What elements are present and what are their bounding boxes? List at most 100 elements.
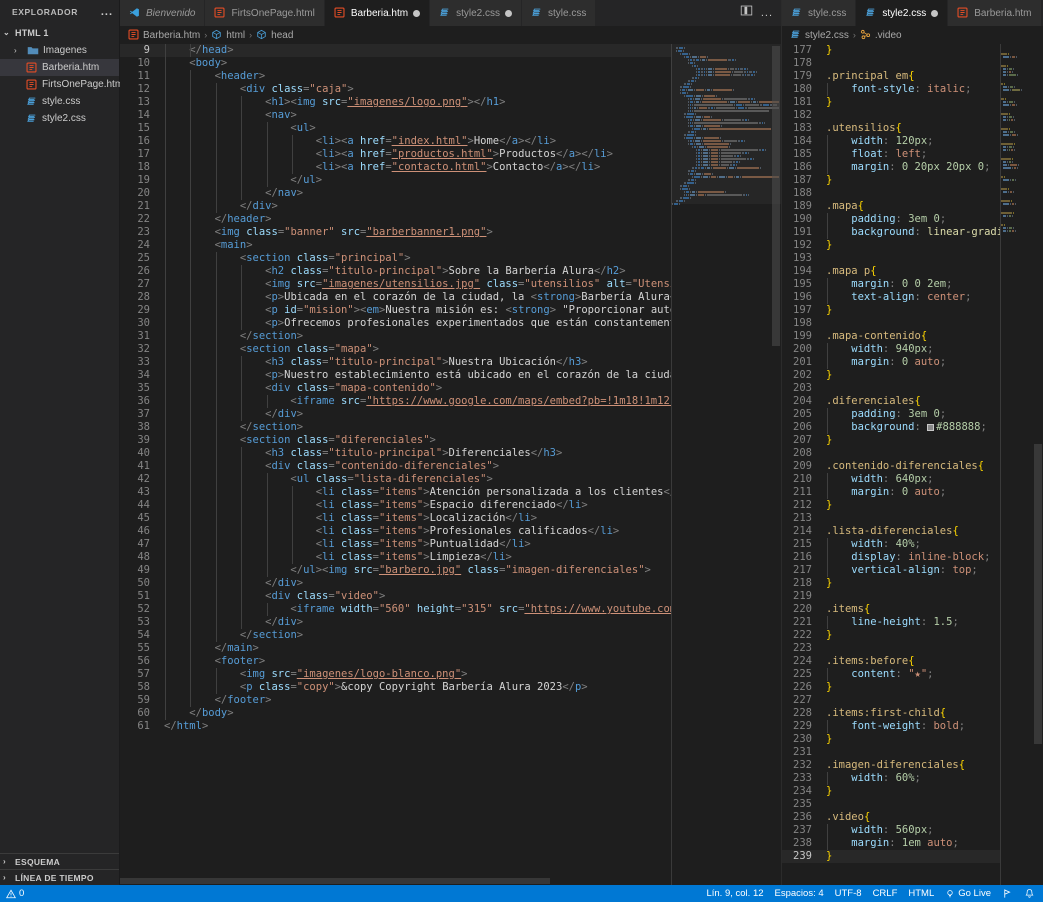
- code-line[interactable]: 22 </header>: [120, 213, 671, 226]
- breadcrumb-item-html[interactable]: html: [211, 29, 245, 41]
- code-line[interactable]: 16 <li><a href="index.html">Home</a></li…: [120, 135, 671, 148]
- code-line[interactable]: 225 content: "★";: [782, 668, 1000, 681]
- code-line[interactable]: 238 margin: 1em auto;: [782, 837, 1000, 850]
- code-line[interactable]: 234}: [782, 785, 1000, 798]
- code-line[interactable]: 24 <main>: [120, 239, 671, 252]
- code-line[interactable]: 219: [782, 590, 1000, 603]
- code-line[interactable]: 17 <li><a href="productos.html">Producto…: [120, 148, 671, 161]
- code-line[interactable]: 186 margin: 0 20px 20px 0;: [782, 161, 1000, 174]
- code-line[interactable]: 230}: [782, 733, 1000, 746]
- code-line[interactable]: 229 font-weight: bold;: [782, 720, 1000, 733]
- breadcrumb-item-style2-css[interactable]: style2.css: [790, 29, 849, 41]
- code-line[interactable]: 55 </main>: [120, 642, 671, 655]
- code-line[interactable]: 14 <nav>: [120, 109, 671, 122]
- tab-style-css[interactable]: style.css: [782, 0, 857, 26]
- code-line[interactable]: 23 <img class="banner" src="barberbanner…: [120, 226, 671, 239]
- code-line[interactable]: 232 .imagen-diferenciales{: [782, 759, 1000, 772]
- code-line[interactable]: 194 .mapa p{: [782, 265, 1000, 278]
- code-line[interactable]: 46 <li class="items">Profesionales calif…: [120, 525, 671, 538]
- breadcrumb-item--video[interactable]: .video: [860, 29, 902, 41]
- code-line[interactable]: 213: [782, 512, 1000, 525]
- code-line[interactable]: 61 </html>: [120, 720, 671, 733]
- code-line[interactable]: 37 </div>: [120, 408, 671, 421]
- code-line[interactable]: 203: [782, 382, 1000, 395]
- color-swatch[interactable]: [927, 424, 935, 431]
- code-line[interactable]: 212}: [782, 499, 1000, 512]
- code-line[interactable]: 35 <div class="mapa-contenido">: [120, 382, 671, 395]
- code-line[interactable]: 231: [782, 746, 1000, 759]
- code-line[interactable]: 222}: [782, 629, 1000, 642]
- scrollbar-thumb[interactable]: [772, 46, 780, 346]
- code-line[interactable]: 19 </ul>: [120, 174, 671, 187]
- code-line[interactable]: 26 <h2 class="titulo-principal">Sobre la…: [120, 265, 671, 278]
- code-line[interactable]: 29 <p id="mision"><em>Nuestra misión es:…: [120, 304, 671, 317]
- code-line[interactable]: 191 background: linear-gradient(: [782, 226, 1000, 239]
- code-line[interactable]: 182: [782, 109, 1000, 122]
- minimap-right[interactable]: [1000, 44, 1043, 885]
- tab-style2-css[interactable]: style2.css: [430, 0, 523, 26]
- code-line[interactable]: 31 </section>: [120, 330, 671, 343]
- code-line[interactable]: 34 <p>Nuestro establecimiento está ubica…: [120, 369, 671, 382]
- file-tree-item-firtsonepage-html[interactable]: FirtsOnePage.html: [0, 76, 125, 93]
- code-line[interactable]: 47 <li class="items">Puntualidad</li>: [120, 538, 671, 551]
- code-line[interactable]: 221 line-height: 1.5;: [782, 616, 1000, 629]
- code-line[interactable]: 200 width: 940px;: [782, 343, 1000, 356]
- code-line[interactable]: 239}: [782, 850, 1000, 863]
- file-tree-item-barberia-htm[interactable]: Barberia.htm: [0, 59, 119, 76]
- file-tree-item-style-css[interactable]: style.css: [0, 93, 119, 110]
- code-line[interactable]: 224 .items:before{: [782, 655, 1000, 668]
- breadcrumb-item-head[interactable]: head: [256, 29, 293, 41]
- code-line[interactable]: 53 </div>: [120, 616, 671, 629]
- code-line[interactable]: 215 width: 40%;: [782, 538, 1000, 551]
- code-line[interactable]: 204 .diferenciales{: [782, 395, 1000, 408]
- horizontal-scrollbar-left[interactable]: [120, 877, 671, 885]
- code-line[interactable]: 218}: [782, 577, 1000, 590]
- encoding-setting[interactable]: UTF-8: [835, 888, 862, 899]
- code-line[interactable]: 40 <h3 class="titulo-principal">Diferenc…: [120, 447, 671, 460]
- code-line[interactable]: 190 padding: 3em 0;: [782, 213, 1000, 226]
- timeline-panel-header[interactable]: › LÍNEA DE TIEMPO: [0, 869, 119, 885]
- code-line[interactable]: 42 <ul class="lista-diferenciales">: [120, 473, 671, 486]
- code-line[interactable]: 211 margin: 0 auto;: [782, 486, 1000, 499]
- code-line[interactable]: 189 .mapa{: [782, 200, 1000, 213]
- code-line[interactable]: 11 <header>: [120, 70, 671, 83]
- code-line[interactable]: 227: [782, 694, 1000, 707]
- code-line[interactable]: 25 <section class="principal">: [120, 252, 671, 265]
- code-line[interactable]: 38 </section>: [120, 421, 671, 434]
- code-line[interactable]: 20 </nav>: [120, 187, 671, 200]
- code-line[interactable]: 208: [782, 447, 1000, 460]
- explorer-root-folder[interactable]: ⌄ HTML 1: [0, 24, 119, 41]
- go-live-button[interactable]: Go Live: [945, 888, 991, 899]
- code-line[interactable]: 51 <div class="video">: [120, 590, 671, 603]
- code-line[interactable]: 233 width: 60%;: [782, 772, 1000, 785]
- code-line[interactable]: 202}: [782, 369, 1000, 382]
- code-line[interactable]: 217 vertical-align: top;: [782, 564, 1000, 577]
- code-line[interactable]: 12 <div class="caja">: [120, 83, 671, 96]
- code-line[interactable]: 59 </footer>: [120, 694, 671, 707]
- code-line[interactable]: 60 </body>: [120, 707, 671, 720]
- source-code-css[interactable]: 177} 178 179 .principal em{180 font-style: …: [782, 44, 1000, 863]
- code-line[interactable]: 30 <p>Ofrecemos profesionales experiment…: [120, 317, 671, 330]
- code-line[interactable]: 49 </ul><img src="barbero.jpg" class="im…: [120, 564, 671, 577]
- outline-panel-header[interactable]: › ESQUEMA: [0, 853, 119, 869]
- source-code-html[interactable]: 9 </head> 10 <body> 11 <header> 12 <div cla…: [120, 44, 671, 733]
- code-line[interactable]: 54 </section>: [120, 629, 671, 642]
- file-tree-item-style2-css[interactable]: style2.css: [0, 110, 119, 127]
- code-line[interactable]: 15 <ul>: [120, 122, 671, 135]
- vertical-scrollbar-right[interactable]: [1033, 44, 1043, 885]
- code-line[interactable]: 198: [782, 317, 1000, 330]
- code-line[interactable]: 178: [782, 57, 1000, 70]
- code-line[interactable]: 179 .principal em{: [782, 70, 1000, 83]
- tab-style2-css[interactable]: style2.css: [856, 0, 949, 26]
- code-line[interactable]: 187}: [782, 174, 1000, 187]
- code-line[interactable]: 185 float: left;: [782, 148, 1000, 161]
- code-line[interactable]: 13 <h1><img src="imagenes/logo.png"></h1…: [120, 96, 671, 109]
- code-line[interactable]: 52 <iframe width="560" height="315" src=…: [120, 603, 671, 616]
- code-line[interactable]: 177}: [782, 44, 1000, 57]
- code-line[interactable]: 48 <li class="items">Limpieza</li>: [120, 551, 671, 564]
- file-tree-item-imagenes[interactable]: › Imagenes: [0, 42, 119, 59]
- indentation-setting[interactable]: Espacios: 4: [775, 888, 824, 899]
- tab-firtsonepage-html[interactable]: FirtsOnePage.html: [205, 0, 325, 26]
- minimap-slider[interactable]: [671, 44, 781, 204]
- code-line[interactable]: 58 <p class="copy">&copy Copyright Barbe…: [120, 681, 671, 694]
